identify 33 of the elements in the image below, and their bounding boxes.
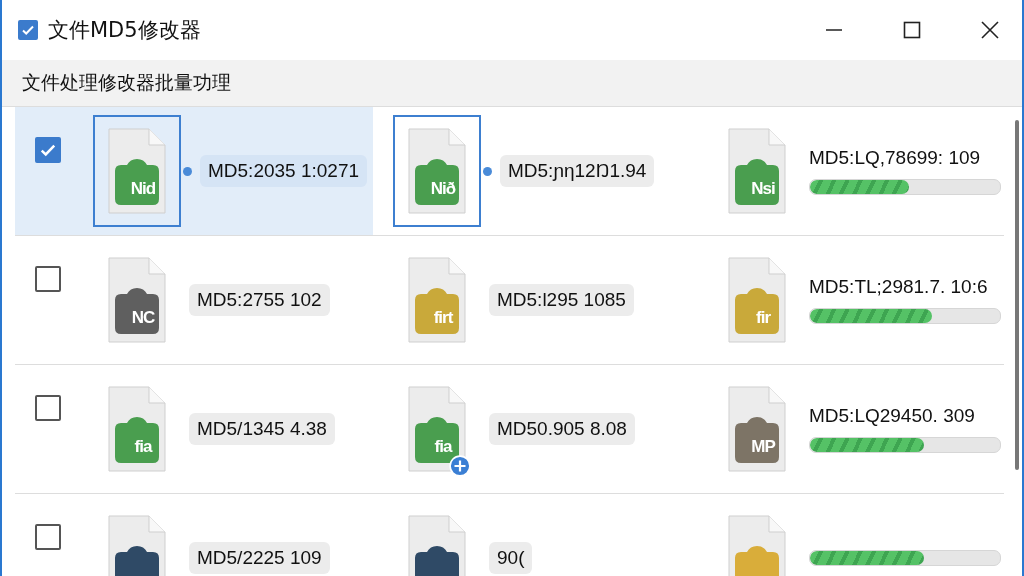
checkbox[interactable]	[35, 395, 61, 421]
md5-label: MD5/1345 4.38	[189, 413, 335, 445]
scrollbar[interactable]	[1015, 120, 1019, 470]
toolbar-title: 文件处理修改器批量功理	[22, 70, 231, 95]
md5-label: MD5:l295 1085	[489, 284, 634, 316]
file-type-label: fir	[755, 308, 772, 328]
md5-label: MD5:LQ29450. 309	[809, 405, 976, 427]
file-type-label: fia	[433, 437, 454, 457]
md5-label: MD5:2035 1:0271	[200, 155, 368, 187]
close-icon[interactable]	[980, 20, 1000, 40]
md5-label: 90(	[489, 542, 533, 574]
file-type-label: NC	[130, 308, 156, 328]
connector-dot	[183, 166, 192, 176]
checkbox[interactable]	[35, 524, 61, 550]
file-type-label: Nid	[129, 179, 157, 199]
maximize-icon[interactable]	[902, 20, 922, 40]
add-icon[interactable]	[449, 455, 471, 477]
file-type-label: MP	[750, 437, 777, 457]
connector-dot	[483, 166, 492, 176]
md5-label: MD5/2225 109	[189, 542, 330, 574]
file-type-label: fia	[133, 437, 154, 457]
checkbox[interactable]	[35, 137, 61, 163]
file-type-label: Nsi	[750, 179, 776, 199]
md5-label: MD50.905 8.08	[489, 413, 635, 445]
file-type-label: firt	[432, 308, 454, 328]
md5-label: MD5:2755 102	[189, 284, 330, 316]
md5-label: MD5:ɲη12Ŋ1.94	[500, 155, 655, 187]
md5-label: MD5:TL;2981.7. 10:6	[809, 276, 989, 298]
md5-label: MD5:LQ,78699: 109	[809, 147, 982, 169]
file-type-label: Nið	[429, 179, 457, 199]
checkbox[interactable]	[35, 266, 61, 292]
window-title: 文件MD5修改器	[48, 17, 201, 44]
checkbox[interactable]	[18, 20, 38, 40]
